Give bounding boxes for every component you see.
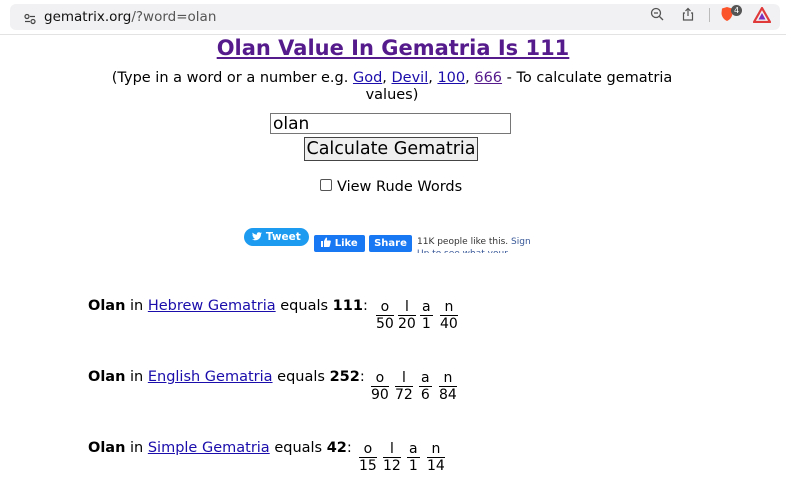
letter-column: a6 [419,370,432,404]
letter-value: 12 [383,458,401,474]
letter-column: o 90 [371,370,389,404]
result-word: Olan [88,298,126,314]
example-link-666[interactable]: 666 [474,70,502,86]
rude-words-label: View Rude Words [337,179,463,195]
letter: o [359,441,377,458]
share-icon[interactable] [681,7,695,21]
example-link-devil[interactable]: Devil [392,70,429,86]
result-in: in [130,298,144,314]
result-in: in [130,440,144,456]
gematria-system-link[interactable]: English Gematria [148,369,273,385]
tweet-button[interactable]: Tweet [244,228,309,246]
result-value: 111 [332,298,363,314]
twitter-bird-icon [252,232,263,241]
result-value: 252 [329,369,360,385]
letter-value: 84 [439,387,457,403]
letter: o [371,370,389,387]
letter-column: n 40 [440,299,458,333]
letter: a [420,299,433,316]
letter-value: 90 [371,387,389,403]
rude-words-checkbox[interactable] [320,179,332,191]
letter-value: 6 [420,387,430,403]
letter: a [419,370,432,387]
browser-toolbar: gematrix.org/?word=olan 4 [0,0,786,35]
result-equals: equals [277,369,325,385]
letter-column: o 15 [359,441,377,475]
page-title[interactable]: Olan Value In Gematria Is 111 [0,36,786,60]
example-link-100[interactable]: 100 [437,70,465,86]
letter-column: n 14 [427,441,445,475]
letter-column: n 84 [439,370,457,404]
letter-column: o 50 [376,299,394,333]
facebook-like-count: 11K people like this. Sign Up to see wha… [417,236,537,253]
letter: n [439,370,457,387]
gematria-system-link[interactable]: Hebrew Gematria [148,298,276,314]
result-equals: equals [280,298,329,314]
letter-column: l 72 [395,370,413,404]
instructions-text: (Type in a word or a number e.g. God, De… [111,70,673,103]
zoom-out-icon[interactable] [650,7,664,21]
letter-column: l 20 [398,299,416,333]
letter: n [427,441,445,458]
letter-value: 15 [359,458,377,474]
result-row: Olan in Hebrew Gematria equals 111: [88,298,368,314]
letter-column: a1 [407,441,420,475]
result-row: Olan in English Gematria equals 252: [88,369,365,385]
site-settings-icon[interactable] [24,13,36,25]
letter-column: l 12 [383,441,401,475]
example-link-god[interactable]: God [353,70,382,86]
result-row: Olan in Simple Gematria equals 42: [88,440,352,456]
result-in: in [130,369,144,385]
letter-column: a1 [420,299,433,333]
letter: o [376,299,394,316]
calculate-button[interactable]: Calculate Gematria [304,137,478,161]
letter: l [383,441,401,458]
result-word: Olan [88,440,126,456]
brave-rewards-icon[interactable] [753,7,771,23]
letter-value: 20 [398,316,416,332]
letter: n [440,299,458,316]
facebook-like-button[interactable]: Like [314,235,365,252]
word-input[interactable]: olan [270,113,511,134]
letter-value: 40 [440,316,458,332]
letter-value: 50 [376,316,394,332]
toolbar-divider [709,8,710,22]
letter: l [398,299,416,316]
facebook-share-button[interactable]: Share [369,235,412,252]
shields-count-badge: 4 [731,5,743,16]
result-word: Olan [88,369,126,385]
result-value: 42 [326,440,347,456]
url-text[interactable]: gematrix.org/?word=olan [44,9,216,25]
letter-value: 1 [408,458,418,474]
letter-value: 1 [421,316,431,332]
letter-value: 14 [427,458,445,474]
letter: l [395,370,413,387]
thumbs-up-icon [321,237,332,247]
result-equals: equals [274,440,323,456]
rude-words-option: View Rude Words [320,179,462,195]
letter: a [407,441,420,458]
letter-value: 72 [395,387,413,403]
gematria-system-link[interactable]: Simple Gematria [148,440,270,456]
address-bar[interactable]: gematrix.org/?word=olan [10,4,780,30]
